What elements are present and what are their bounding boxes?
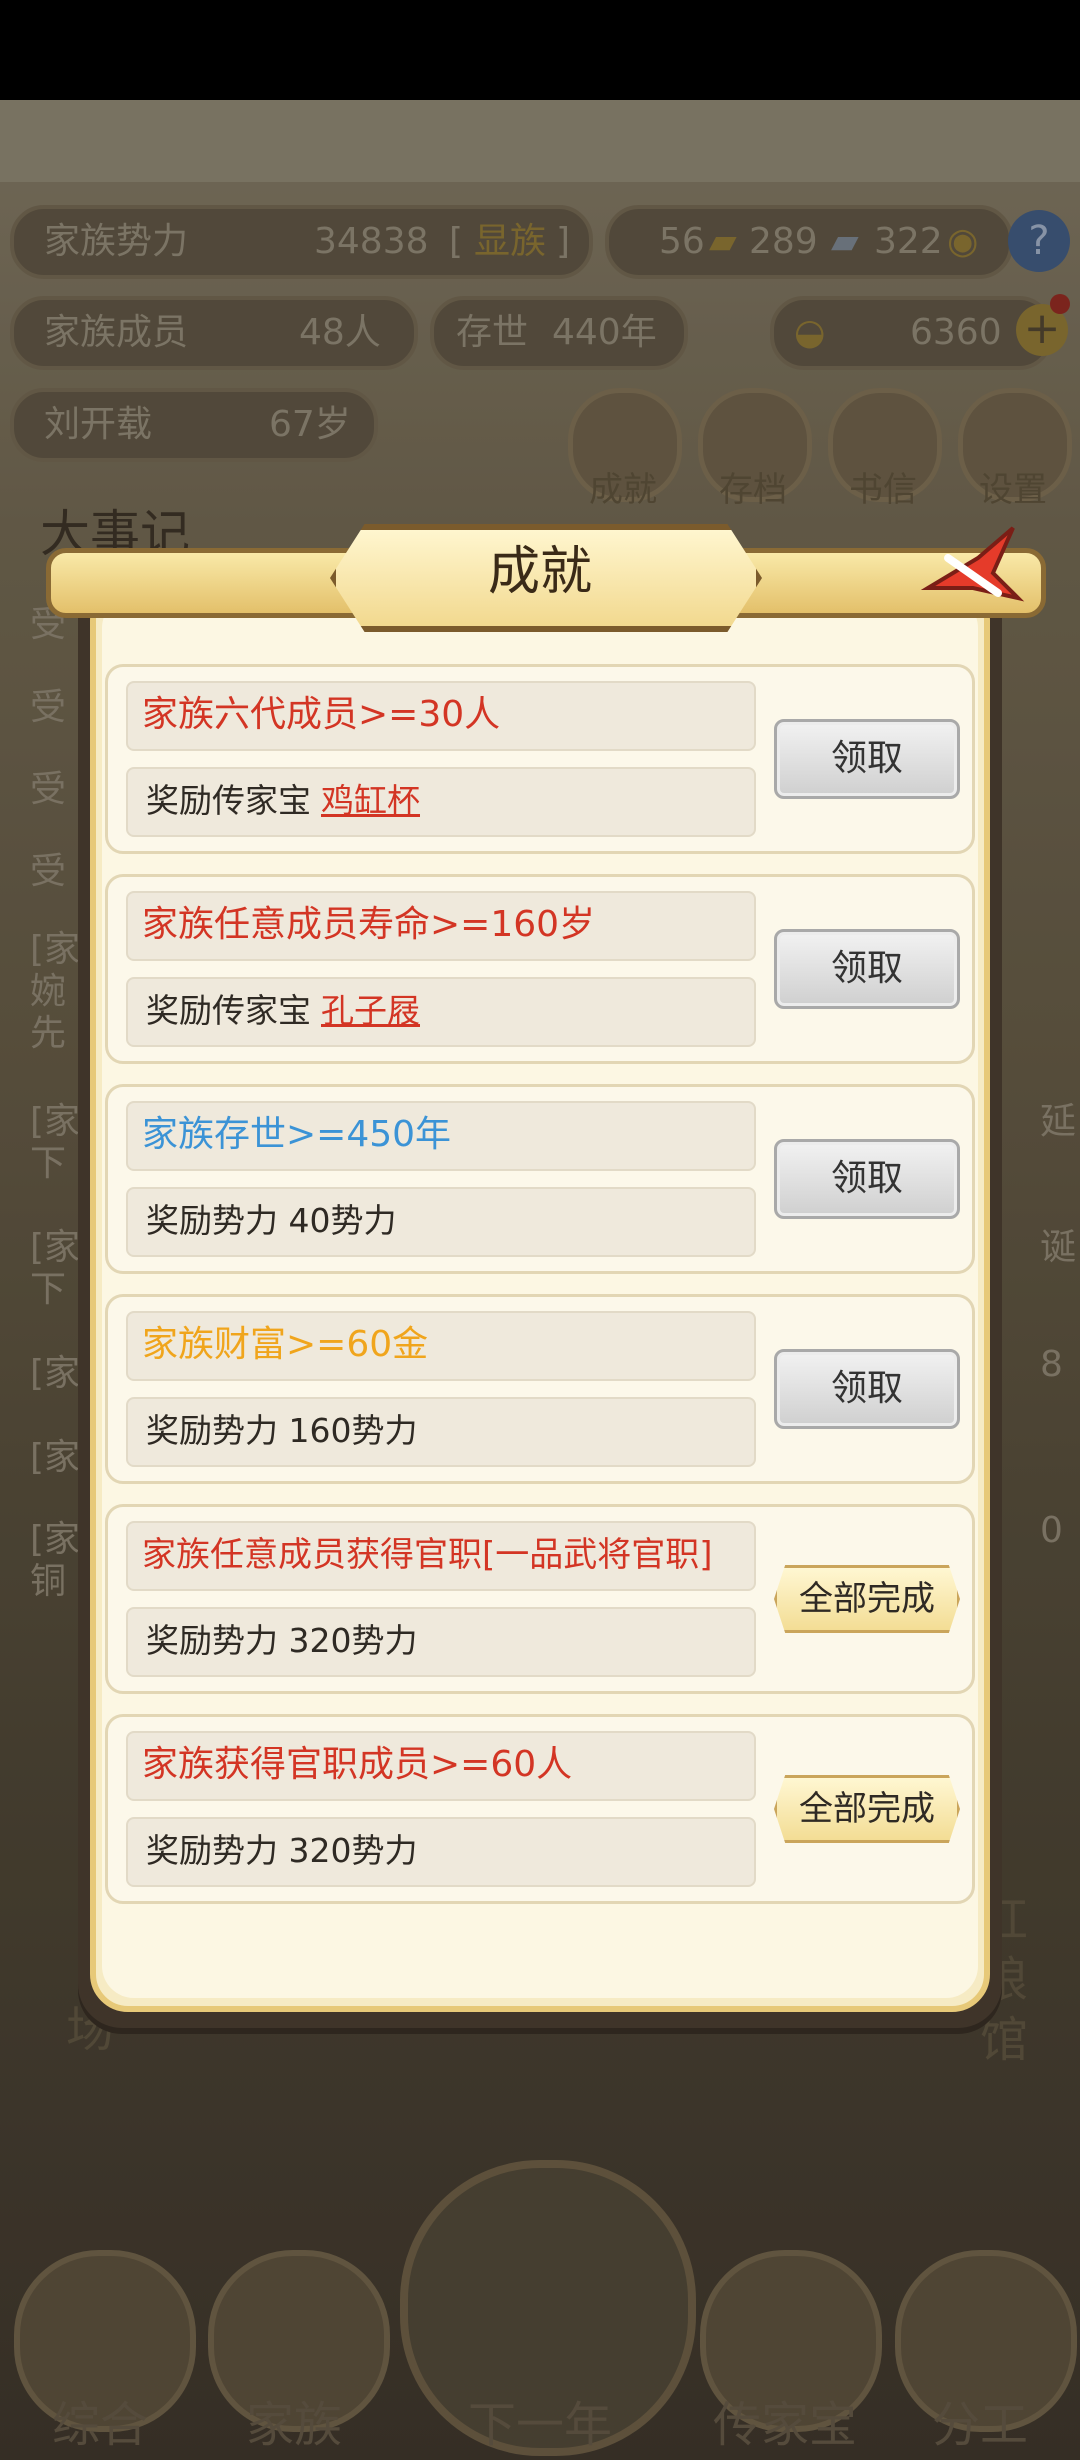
requirement-text: 家族财富>=60金 bbox=[142, 1324, 429, 1365]
reward-box: 奖励势力 320势力 bbox=[126, 1607, 756, 1677]
reward-text: 奖励势力 160势力 bbox=[146, 1411, 418, 1450]
reward-prefix: 奖励传家宝 bbox=[146, 781, 311, 820]
requirement-box: 家族存世>=450年 bbox=[126, 1101, 756, 1171]
all-complete-badge: 全部完成 bbox=[774, 1775, 960, 1843]
requirement-box: 家族获得官职成员>=60人 bbox=[126, 1731, 756, 1801]
all-complete-badge: 全部完成 bbox=[774, 1565, 960, 1633]
reward-text: 奖励势力 320势力 bbox=[146, 1621, 418, 1660]
achievement-card: 家族任意成员寿命>=160岁 奖励传家宝 孔子屐 领取 bbox=[105, 874, 975, 1064]
claim-button[interactable]: 领取 bbox=[774, 719, 960, 799]
claim-button[interactable]: 领取 bbox=[774, 929, 960, 1009]
claim-button[interactable]: 领取 bbox=[774, 1349, 960, 1429]
reward-box: 奖励势力 40势力 bbox=[126, 1187, 756, 1257]
modal-title: 成就 bbox=[487, 542, 592, 602]
status-bar bbox=[0, 0, 1080, 100]
reward-box: 奖励势力 160势力 bbox=[126, 1397, 756, 1467]
achievement-card: 家族财富>=60金 奖励势力 160势力 领取 bbox=[105, 1294, 975, 1484]
reward-text: 奖励传家宝 孔子屐 bbox=[146, 979, 420, 1043]
achievement-card: 家族任意成员获得官职[一品武将官职] 奖励势力 320势力 全部完成 bbox=[105, 1504, 975, 1694]
reward-text: 奖励传家宝 鸡缸杯 bbox=[146, 769, 420, 833]
achievement-card: 家族获得官职成员>=60人 奖励势力 320势力 全部完成 bbox=[105, 1714, 975, 1904]
requirement-box: 家族财富>=60金 bbox=[126, 1311, 756, 1381]
requirement-box: 家族任意成员寿命>=160岁 bbox=[126, 891, 756, 961]
requirement-text: 家族任意成员寿命>=160岁 bbox=[142, 904, 596, 945]
achievement-card: 家族六代成员>=30人 奖励传家宝 鸡缸杯 领取 bbox=[105, 664, 975, 854]
reward-box: 奖励传家宝 孔子屐 bbox=[126, 977, 756, 1047]
requirement-text: 家族获得官职成员>=60人 bbox=[142, 1744, 573, 1785]
requirement-text: 家族任意成员获得官职[一品武将官职] bbox=[142, 1535, 713, 1575]
reward-prefix: 奖励传家宝 bbox=[146, 991, 311, 1030]
requirement-text: 家族六代成员>=30人 bbox=[142, 694, 501, 735]
achievement-card: 家族存世>=450年 奖励势力 40势力 领取 bbox=[105, 1084, 975, 1274]
requirement-text: 家族存世>=450年 bbox=[142, 1114, 452, 1155]
reward-box: 奖励传家宝 鸡缸杯 bbox=[126, 767, 756, 837]
reward-text: 奖励势力 320势力 bbox=[146, 1831, 418, 1870]
requirement-box: 家族六代成员>=30人 bbox=[126, 681, 756, 751]
reward-item-link[interactable]: 孔子屐 bbox=[321, 991, 420, 1030]
reward-box: 奖励势力 320势力 bbox=[126, 1817, 756, 1887]
close-icon[interactable] bbox=[918, 518, 1028, 628]
requirement-box: 家族任意成员获得官职[一品武将官职] bbox=[126, 1521, 756, 1591]
claim-button[interactable]: 领取 bbox=[774, 1139, 960, 1219]
reward-item-link[interactable]: 鸡缸杯 bbox=[321, 781, 420, 820]
reward-text: 奖励势力 40势力 bbox=[146, 1201, 397, 1240]
